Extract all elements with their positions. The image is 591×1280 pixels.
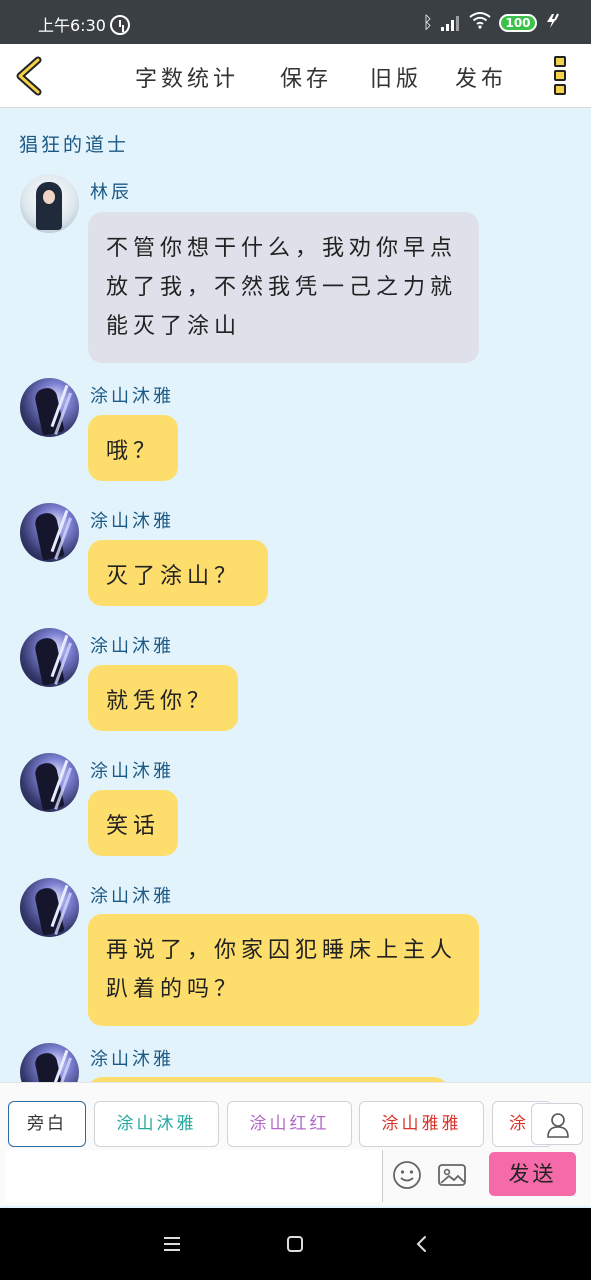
avatar[interactable]	[20, 878, 79, 937]
chat-area[interactable]: 猖狂的道士 林辰 不管你想干什么，我劝你早点放了我，不然我凭一己之力就能灭了涂山…	[0, 108, 591, 1082]
message-bubble[interactable]: 哦？	[88, 415, 178, 481]
role-narrator[interactable]: 旁白	[8, 1101, 86, 1147]
sender-name: 涂山沐雅	[90, 386, 174, 407]
sender-name: 涂山沐雅	[90, 511, 174, 532]
sender-name: 涂山沐雅	[90, 1049, 174, 1070]
more-vertical-icon[interactable]	[550, 56, 570, 98]
message-bubble[interactable]: 就凭你？	[88, 665, 238, 731]
emoji-icon[interactable]	[392, 1160, 422, 1190]
save-button[interactable]: 保存	[280, 61, 332, 93]
old-version-button[interactable]: 旧版	[370, 61, 422, 93]
system-nav-bar	[0, 1208, 591, 1280]
signal-icon	[441, 15, 461, 31]
person-icon[interactable]	[531, 1103, 583, 1145]
avatar[interactable]	[20, 503, 79, 562]
sender-name: 涂山沐雅	[90, 886, 174, 907]
message-bubble[interactable]: 笑话	[88, 790, 178, 856]
alarm-icon	[110, 15, 130, 35]
wifi-icon	[469, 11, 491, 34]
status-time: 上午6:30	[38, 16, 106, 35]
send-button[interactable]: 发送	[489, 1152, 576, 1196]
avatar[interactable]	[20, 753, 79, 812]
message-bubble[interactable]: 不管你想干什么，我劝你早点放了我，不然我凭一己之力就能灭了涂山	[88, 212, 479, 363]
status-bar: 上午6:30 ᛒ 100	[0, 0, 591, 44]
avatar[interactable]	[20, 174, 79, 233]
role-tushan-honghong[interactable]: 涂山红红	[227, 1101, 352, 1147]
home-icon[interactable]	[287, 1236, 303, 1252]
message-bubble[interactable]: 再说了，你家囚犯睡床上主人趴着的吗？	[88, 914, 479, 1026]
word-count-button[interactable]: 字数统计	[135, 61, 239, 93]
sender-name: 涂山沐雅	[90, 761, 174, 782]
chevron-left-icon[interactable]	[10, 54, 50, 98]
publish-button[interactable]: 发布	[455, 61, 507, 93]
bluetooth-icon: ᛒ	[422, 12, 433, 33]
message-input[interactable]	[6, 1150, 383, 1202]
sender-name: 涂山沐雅	[90, 636, 174, 657]
charging-icon	[545, 13, 561, 33]
top-toolbar: 字数统计 保存 旧版 发布	[0, 44, 591, 108]
avatar[interactable]	[20, 1043, 79, 1082]
role-selector: 旁白 涂山沐雅 涂山红红 涂山雅雅 涂	[0, 1082, 591, 1148]
role-tushan-muya[interactable]: 涂山沐雅	[94, 1101, 219, 1147]
avatar[interactable]	[20, 628, 79, 687]
role-tushan-yaya[interactable]: 涂山雅雅	[359, 1101, 484, 1147]
avatar[interactable]	[20, 378, 79, 437]
image-icon[interactable]	[437, 1160, 467, 1190]
input-bar: 发送	[0, 1148, 591, 1206]
message-bubble[interactable]: 灭了涂山？	[88, 540, 268, 606]
back-icon[interactable]	[412, 1234, 432, 1254]
status-icons: ᛒ 100	[423, 11, 561, 34]
chat-title: 猖狂的道士	[19, 134, 130, 156]
menu-icon[interactable]	[164, 1237, 180, 1251]
battery-icon: 100	[499, 13, 537, 32]
sender-name: 林辰	[90, 182, 132, 203]
